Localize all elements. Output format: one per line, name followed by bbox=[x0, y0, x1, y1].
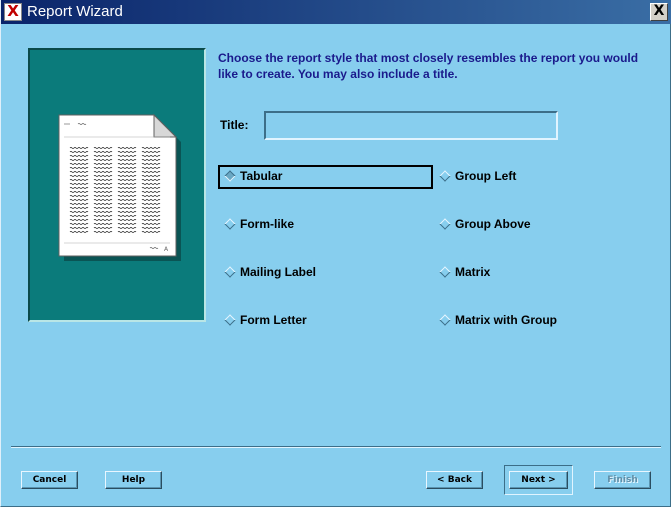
style-option-label: Group Left bbox=[455, 169, 517, 183]
style-option-label: Tabular bbox=[240, 169, 283, 183]
style-option-label: Form-like bbox=[240, 217, 295, 231]
report-preview-panel: A bbox=[28, 48, 206, 322]
finish-button: Finish bbox=[594, 471, 651, 489]
close-button[interactable]: X bbox=[650, 3, 668, 21]
style-option-tabular[interactable]: Tabular bbox=[218, 165, 433, 189]
help-button[interactable]: Help bbox=[105, 471, 162, 489]
style-option-label: Form Letter bbox=[240, 313, 307, 327]
cancel-button[interactable]: Cancel bbox=[21, 471, 78, 489]
radio-diamond-icon bbox=[439, 218, 451, 230]
style-option-group-above[interactable]: Group Above bbox=[433, 213, 633, 237]
style-option-label: Matrix bbox=[455, 265, 491, 279]
tabular-report-preview-image: A bbox=[58, 113, 181, 261]
style-option-form-letter[interactable]: Form Letter bbox=[218, 309, 433, 333]
title-bar[interactable]: X Report Wizard X bbox=[1, 0, 671, 24]
close-icon: X bbox=[653, 3, 665, 19]
next-button[interactable]: Next > bbox=[509, 471, 568, 489]
style-option-form-like[interactable]: Form-like bbox=[218, 213, 433, 237]
radio-diamond-icon bbox=[439, 266, 451, 278]
style-option-group-left[interactable]: Group Left bbox=[433, 165, 633, 189]
style-option-label: Group Above bbox=[455, 217, 531, 231]
title-input[interactable] bbox=[264, 111, 558, 140]
radio-diamond-icon bbox=[224, 218, 236, 230]
report-wizard-window: X Report Wizard X A Choose the report st… bbox=[0, 0, 671, 507]
title-label: Title: bbox=[220, 118, 249, 132]
radio-diamond-icon bbox=[439, 314, 451, 326]
style-option-matrix-with-group[interactable]: Matrix with Group bbox=[433, 309, 633, 333]
style-option-label: Matrix with Group bbox=[455, 313, 557, 327]
x-app-icon: X bbox=[4, 2, 22, 21]
style-option-mailing-label[interactable]: Mailing Label bbox=[218, 261, 433, 285]
radio-diamond-icon bbox=[224, 266, 236, 278]
radio-diamond-icon bbox=[224, 170, 236, 182]
window-title: Report Wizard bbox=[27, 3, 123, 20]
radio-diamond-icon bbox=[439, 170, 451, 182]
instructions-text: Choose the report style that most closel… bbox=[218, 51, 639, 81]
back-button[interactable]: < Back bbox=[426, 471, 483, 489]
radio-diamond-icon bbox=[224, 314, 236, 326]
style-option-matrix[interactable]: Matrix bbox=[433, 261, 633, 285]
button-separator bbox=[11, 446, 661, 448]
style-option-label: Mailing Label bbox=[240, 265, 317, 279]
